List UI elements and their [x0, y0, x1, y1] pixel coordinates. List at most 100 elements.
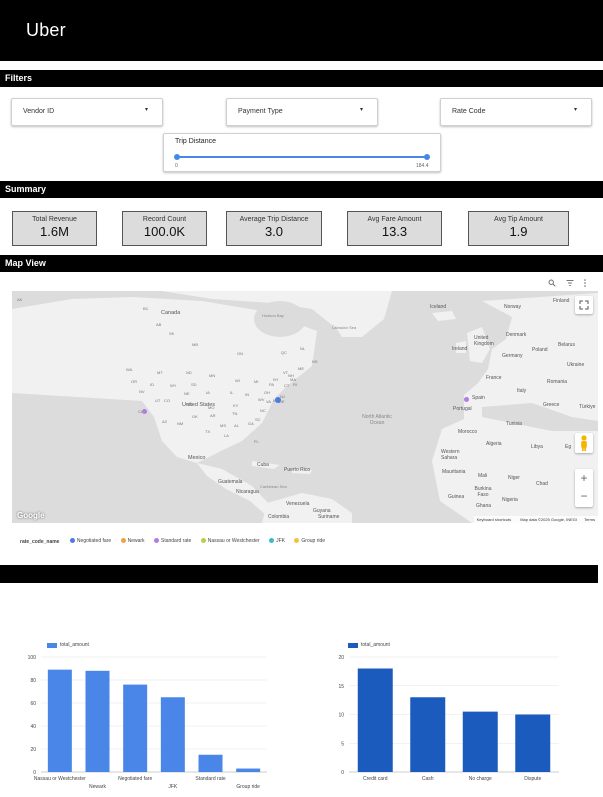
state-label: RI: [293, 382, 297, 387]
vendor-id-dropdown[interactable]: Vendor ID ▾: [11, 98, 163, 126]
y-tick-label: 20: [338, 655, 344, 661]
bar[interactable]: [357, 668, 393, 773]
pegman-button[interactable]: [575, 433, 593, 453]
state-label: MB: [192, 342, 198, 347]
legend-label: Nassau or Westchester: [207, 537, 260, 544]
bar[interactable]: [236, 768, 261, 772]
filters-section-title: Filters: [0, 70, 603, 87]
state-label: AB: [156, 322, 162, 327]
bar[interactable]: [198, 754, 223, 772]
bar-chart-payment-type: 0 5 10 15 20 Credit card Cash No charge Dispute: [338, 655, 559, 782]
place-label: Guatemala: [218, 479, 243, 485]
slider-handle-min[interactable]: [174, 154, 180, 160]
slider-handle-max[interactable]: [424, 154, 430, 160]
bar[interactable]: [47, 669, 72, 772]
state-label: BC: [143, 306, 149, 311]
place-label: Nigeria: [502, 497, 518, 503]
place-label: Tunisia: [506, 421, 522, 427]
bar[interactable]: [515, 714, 551, 773]
bar[interactable]: [85, 670, 110, 772]
kpi-avg-fare-amount: Avg Fare Amount 13.3: [347, 211, 442, 246]
place-label: Algeria: [486, 441, 502, 447]
kpi-value: 1.9: [509, 224, 528, 239]
state-label: WV: [258, 397, 265, 402]
x-tick-label: Credit card: [363, 776, 388, 782]
map-point-standard-rate[interactable]: [142, 409, 147, 414]
state-label: IA: [206, 390, 210, 395]
y-tick-label: 0: [341, 770, 344, 776]
legend-item[interactable]: Group ride: [294, 538, 325, 544]
place-label: France: [486, 375, 502, 381]
place-label: Mali: [478, 473, 488, 479]
bar[interactable]: [410, 697, 446, 772]
map-view[interactable]: Canada Hudson Bay Labrador Sea United St…: [12, 291, 598, 523]
legend-swatch: [47, 642, 57, 648]
place-label: Puerto Rico: [284, 467, 311, 473]
place-label: Spain: [472, 395, 485, 401]
state-label: GA: [248, 421, 254, 426]
place-label: Ukraine: [567, 362, 585, 368]
legend-title: rate_code_name: [20, 539, 60, 545]
place-label: Colombia: [268, 514, 290, 520]
state-label: OK: [192, 414, 198, 419]
place-label: Chad: [536, 481, 548, 487]
y-tick-label: 60: [30, 701, 36, 707]
state-label: NL: [300, 346, 306, 351]
legend-item[interactable]: Newark: [120, 538, 145, 544]
bar[interactable]: [123, 684, 148, 772]
zoom-out-button[interactable]: −: [575, 488, 593, 507]
chart-legend: total_amount: [47, 642, 89, 648]
search-icon[interactable]: [548, 279, 556, 287]
state-label: IN: [245, 392, 249, 397]
map-land: [12, 291, 598, 523]
legend-swatch: [348, 642, 358, 648]
kpi-value: 1.6M: [40, 224, 69, 239]
slider-track[interactable]: [177, 156, 427, 158]
legend-label: Negotiated fare: [76, 537, 112, 544]
map-data-credit: Map data ©2025 Google, INEGI: [520, 517, 577, 522]
map-point-standard-rate[interactable]: [464, 397, 469, 402]
state-label: ON: [237, 351, 243, 356]
legend-dot: [294, 538, 300, 543]
bar[interactable]: [160, 697, 185, 772]
legend-item[interactable]: JFK: [269, 538, 285, 544]
map-point-negotiated-fare[interactable]: [275, 397, 281, 403]
legend-dot: [200, 538, 206, 543]
place-label: Hudson Bay: [262, 313, 284, 318]
place-label: Belarus: [558, 342, 575, 348]
state-label: NY: [273, 377, 279, 382]
rate-code-dropdown[interactable]: Rate Code ▾: [440, 98, 592, 126]
more-vert-icon[interactable]: [582, 279, 588, 287]
terms-link[interactable]: Terms: [584, 517, 595, 522]
trip-distance-slider-card: Trip Distance 0 184.4: [163, 133, 441, 172]
state-label: SK: [169, 331, 175, 336]
x-tick-label: JFK: [168, 784, 178, 790]
bar[interactable]: [462, 711, 498, 772]
x-tick-label: Cash: [422, 776, 434, 782]
fullscreen-button[interactable]: [575, 296, 593, 314]
kpi-avg-tip-amount: Avg Tip Amount 1.9: [468, 211, 569, 246]
legend-label: Standard rate: [160, 537, 192, 544]
state-label: AK: [17, 297, 23, 302]
state-label: WY: [170, 383, 177, 388]
kpi-average-trip-distance: Average Trip Distance 3.0: [226, 211, 322, 246]
x-tick-label: Newark: [89, 784, 106, 790]
state-label: NS: [312, 359, 318, 364]
keyboard-shortcuts-link[interactable]: Keyboard shortcuts: [477, 517, 511, 522]
payment-type-dropdown[interactable]: Payment Type ▾: [226, 98, 378, 126]
x-tick-label: Nassau or Westchester: [34, 776, 86, 782]
legend-item[interactable]: Nassau or Westchester: [200, 537, 260, 544]
zoom-in-button[interactable]: +: [575, 469, 593, 488]
state-label: NM: [177, 421, 184, 426]
legend-item[interactable]: Negotiated fare: [69, 537, 112, 544]
place-label: Türkiye: [579, 404, 596, 410]
state-label: PA: [269, 382, 275, 387]
slider-min-value: 0: [175, 163, 178, 169]
state-label: KY: [233, 403, 239, 408]
trip-distance-label: Trip Distance: [175, 138, 216, 145]
legend-dot: [269, 538, 275, 543]
state-label: KS: [187, 402, 193, 407]
filter-icon[interactable]: [566, 279, 574, 287]
legend-item[interactable]: Standard rate: [153, 537, 192, 544]
kpi-total-revenue: Total Revenue 1.6M: [12, 211, 97, 246]
